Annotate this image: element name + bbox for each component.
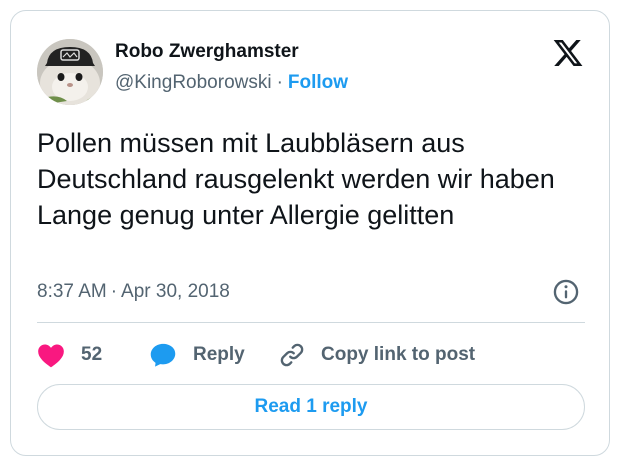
link-icon [280, 343, 304, 367]
timestamp-separator: · [110, 281, 118, 302]
reply-label: Reply [193, 344, 245, 365]
x-logo-icon[interactable] [551, 37, 585, 69]
author-handle[interactable]: @KingRoborowski [115, 72, 272, 93]
copy-link-button[interactable]: Copy link to post [277, 337, 475, 373]
divider [37, 322, 585, 323]
tweet-text: Pollen müssen mit Laubbläsern aus Deutsc… [37, 128, 555, 230]
like-count: 52 [81, 344, 103, 365]
hamster-avatar-image [37, 39, 103, 105]
tweet-timestamp[interactable]: 8:37 AM · Apr 30, 2018 [37, 281, 230, 303]
tweet-card: Robo Zwerghamster @KingRoborowski · Follow… [10, 10, 610, 456]
author-name[interactable]: Robo Zwerghamster [115, 41, 299, 63]
reply-button[interactable]: Reply [149, 337, 245, 373]
read-reply-button[interactable]: Read 1 reply [37, 384, 585, 430]
info-icon[interactable] [552, 278, 580, 306]
action-bar: 52 Reply Copy link to post [37, 337, 587, 373]
tweet-date: Apr 30, 2018 [121, 281, 230, 302]
author-handle-row: @KingRoborowski · Follow [115, 72, 348, 94]
like-button[interactable]: 52 [37, 337, 102, 373]
follow-button[interactable]: Follow [288, 72, 348, 93]
tweet-time: 8:37 AM [37, 281, 107, 302]
handle-separator: · [276, 72, 283, 93]
avatar[interactable] [37, 39, 103, 105]
speech-bubble-icon [150, 343, 176, 367]
copy-link-label: Copy link to post [321, 344, 476, 365]
heart-icon [38, 344, 64, 368]
